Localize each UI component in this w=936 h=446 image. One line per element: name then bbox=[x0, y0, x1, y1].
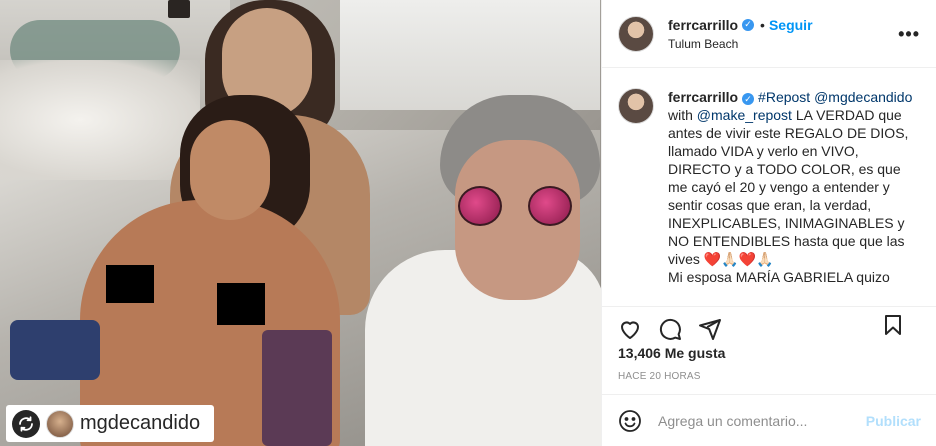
avatar[interactable] bbox=[618, 88, 654, 124]
cushion bbox=[10, 320, 100, 380]
post-image[interactable]: mgdecandido bbox=[0, 0, 601, 446]
mention-link[interactable]: @make_repost bbox=[697, 107, 792, 123]
background-window bbox=[340, 0, 600, 110]
mention-link[interactable]: @mgdecandido bbox=[814, 89, 912, 105]
sunglasses bbox=[458, 186, 578, 230]
bed-sheet bbox=[0, 60, 200, 180]
post-details-panel: ferrcarrillo ✓ • Seguir Tulum Beach ••• … bbox=[601, 0, 936, 446]
comments-area: ferrcarrillo ✓ #Repost @mgdecandido with @… bbox=[602, 68, 936, 290]
post-caption: ferrcarrillo ✓ #Repost @mgdecandido with @… bbox=[668, 88, 920, 290]
verified-icon: ✓ bbox=[742, 18, 755, 31]
author-username[interactable]: ferrcarrillo bbox=[668, 17, 738, 33]
bookmark-icon[interactable] bbox=[881, 313, 905, 337]
tag-avatar bbox=[46, 409, 74, 438]
caption-username[interactable]: ferrcarrillo bbox=[668, 89, 738, 105]
avatar[interactable] bbox=[618, 15, 654, 52]
emoji-icon[interactable] bbox=[618, 409, 642, 433]
repost-icon bbox=[12, 409, 40, 438]
tag-username: mgdecandido bbox=[80, 412, 201, 434]
caption-text: with bbox=[668, 107, 693, 123]
separator-dot: • bbox=[760, 16, 765, 33]
publish-button[interactable]: Publicar bbox=[866, 413, 921, 429]
repost-tag[interactable]: mgdecandido bbox=[6, 405, 215, 442]
heart-icon[interactable] bbox=[618, 317, 642, 341]
post-timestamp[interactable]: HACE 20 HORAS bbox=[618, 371, 701, 382]
comment-input[interactable] bbox=[658, 412, 866, 429]
verified-icon: ✓ bbox=[742, 93, 755, 105]
share-icon[interactable] bbox=[698, 317, 722, 341]
hashtag-link[interactable]: #Repost bbox=[758, 89, 810, 105]
woman-front-face bbox=[190, 120, 270, 220]
censor-box bbox=[217, 283, 265, 325]
more-options-icon[interactable]: ••• bbox=[898, 24, 920, 45]
like-count[interactable]: 13,406 Me gusta bbox=[618, 345, 725, 361]
caption-text: Mi esposa MARÍA GABRIELA quizo bbox=[668, 269, 890, 285]
location-link[interactable]: Tulum Beach bbox=[668, 37, 813, 51]
caption-text: LA VERDAD que antes de vivir este REGALO… bbox=[668, 107, 909, 267]
comment-icon[interactable] bbox=[658, 317, 682, 341]
post-header: ferrcarrillo ✓ • Seguir Tulum Beach ••• bbox=[602, 0, 936, 68]
action-bar bbox=[602, 306, 936, 341]
lamp bbox=[168, 0, 190, 18]
censor-box bbox=[106, 265, 154, 303]
add-comment-bar: Publicar bbox=[602, 394, 936, 446]
cushion bbox=[262, 330, 332, 446]
follow-button[interactable]: Seguir bbox=[769, 17, 813, 33]
